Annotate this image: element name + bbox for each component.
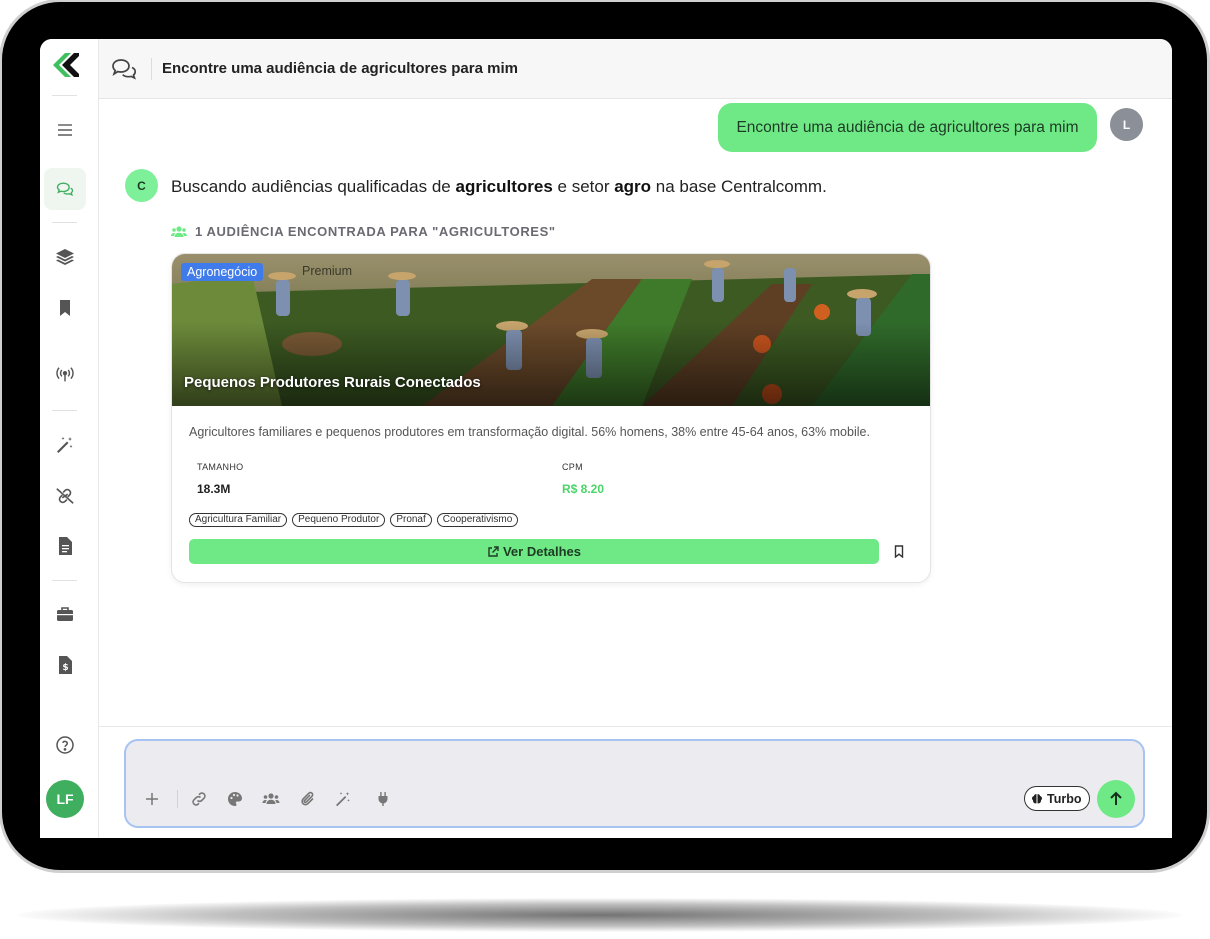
sidebar-item-saved[interactable] [44,287,86,329]
magic-wand-icon [57,437,73,453]
users-icon[interactable] [262,790,280,808]
audience-title: Pequenos Produtores Rurais Conectados [184,374,481,391]
user-message: Encontre uma audiência de agricultores p… [718,103,1097,152]
view-details-label: Ver Detalhes [502,544,582,559]
sidebar-divider [52,95,77,96]
sidebar-divider [52,222,77,223]
plus-icon[interactable] [143,790,161,808]
audience-count-text: 1 AUDIÊNCIA ENCONTRADA PARA "AGRICULTORE… [195,224,556,239]
tablet-frame: $ LF Encontre uma audiência de agriculto… [2,2,1207,870]
sidebar-item-links[interactable] [44,475,86,517]
bookmark-icon [60,300,70,316]
briefcase-icon [57,607,73,621]
paperclip-icon[interactable] [299,790,317,808]
broadcast-icon [56,367,74,382]
device-shadow [18,898,1183,932]
sidebar-item-chat[interactable] [44,168,86,210]
sector-badge: Agronegócio [181,263,264,281]
tag-chip[interactable]: Pequeno Produtor [292,513,386,527]
sidebar-item-billing[interactable]: $ [44,644,86,686]
chat-header: Encontre uma audiência de agricultores p… [99,39,1172,99]
external-link-icon [488,545,499,557]
turbo-label: Turbo [1047,791,1082,806]
arrow-up-icon [1110,791,1122,805]
link-off-icon [56,488,74,504]
magic-wand-icon[interactable] [334,790,352,808]
assistant-text-bold: agro [614,177,652,196]
tag-chip[interactable]: Agricultura Familiar [189,513,288,527]
link-icon[interactable] [190,790,208,808]
assistant-text: e setor [552,177,615,196]
composer-divider [177,790,178,808]
palette-icon[interactable] [226,790,244,808]
cpm-label: CPM [562,462,583,472]
size-label: TAMANHO [197,462,244,472]
sidebar: $ LF [40,39,99,838]
audience-card[interactable]: Agronegócio Premium Pequenos Produtores … [171,253,931,583]
assistant-text-bold: agricultores [455,177,553,196]
layers-icon [56,249,74,265]
cpm-value: R$ 8.20 [562,482,605,496]
svg-text:$: $ [62,663,68,673]
header-divider [151,57,152,80]
tag-list: Agricultura Familiar Pequeno Produtor Pr… [189,513,519,527]
tag-chip[interactable]: Cooperativismo [436,513,519,527]
chat-icon [56,182,74,197]
user-message-avatar: L [1110,108,1143,141]
sidebar-item-magic[interactable] [44,424,86,466]
sidebar-item-layers[interactable] [44,236,86,278]
assistant-text: na base Centralcomm. [651,177,827,196]
assistant-text: Buscando audiências qualificadas de [171,177,456,196]
document-icon [59,537,72,555]
size-value: 18.3M [197,482,231,496]
tag-chip[interactable]: Pronaf [390,513,432,527]
assistant-avatar: C [125,169,158,202]
help-button[interactable] [44,724,86,766]
invoice-icon: $ [59,656,72,674]
plug-icon[interactable] [374,790,392,808]
send-button[interactable] [1097,780,1135,818]
sidebar-divider [52,410,77,411]
page-title: Encontre uma audiência de agricultores p… [162,60,518,77]
users-icon [171,225,187,237]
brain-icon [1032,793,1042,803]
help-icon [56,736,74,754]
logo-icon[interactable] [53,53,79,77]
audience-count-label: 1 AUDIÊNCIA ENCONTRADA PARA "AGRICULTORE… [171,224,556,239]
assistant-message: Buscando audiências qualificadas de agri… [171,177,827,197]
turbo-toggle[interactable]: Turbo [1024,786,1091,811]
sidebar-item-documents[interactable] [44,525,86,567]
bookmark-icon[interactable] [893,545,905,558]
sidebar-item-broadcast[interactable] [44,354,86,396]
premium-badge: Premium [302,264,353,278]
app-screen: $ LF Encontre uma audiência de agriculto… [40,39,1172,838]
menu-button[interactable] [44,109,86,151]
sidebar-divider [52,580,77,581]
menu-icon [58,124,72,136]
sidebar-item-campaigns[interactable] [44,593,86,635]
user-avatar[interactable]: LF [46,780,84,818]
chat-icon [112,58,137,80]
audience-description: Agricultores familiares e pequenos produ… [189,425,870,439]
view-details-button[interactable]: Ver Detalhes [189,539,879,564]
message-composer[interactable]: Turbo [124,739,1145,828]
